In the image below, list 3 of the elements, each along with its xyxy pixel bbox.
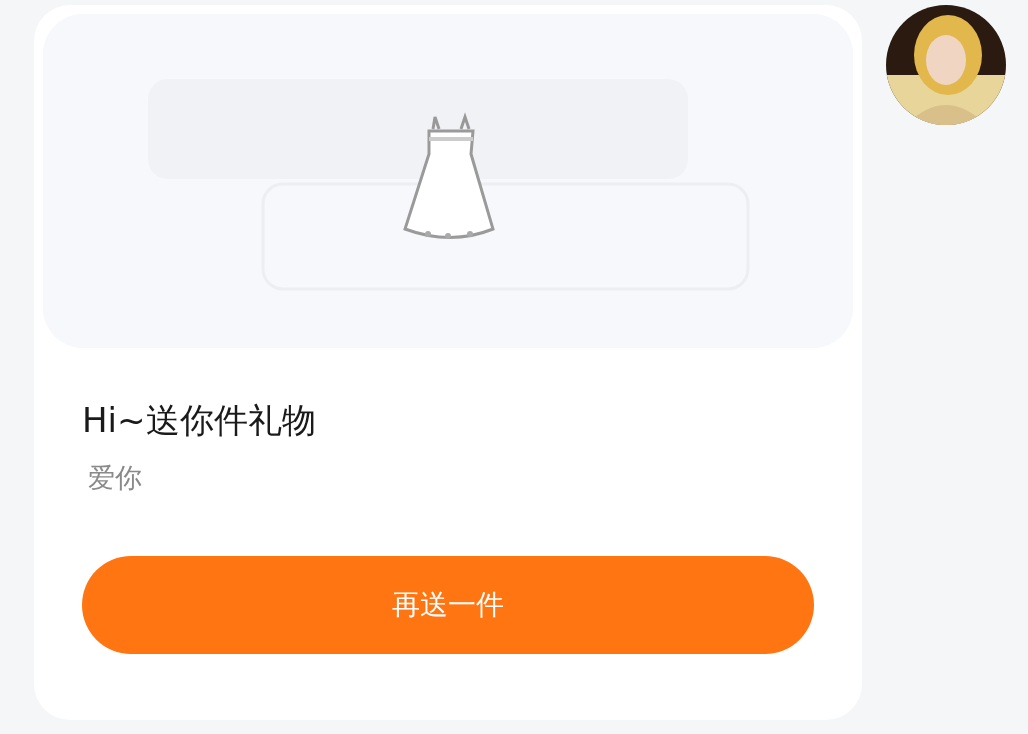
send-again-button[interactable]: 再送一件 bbox=[82, 556, 814, 654]
gift-message: 爱你 bbox=[88, 461, 143, 495]
gift-title: Hi~送你件礼物 bbox=[82, 399, 317, 442]
